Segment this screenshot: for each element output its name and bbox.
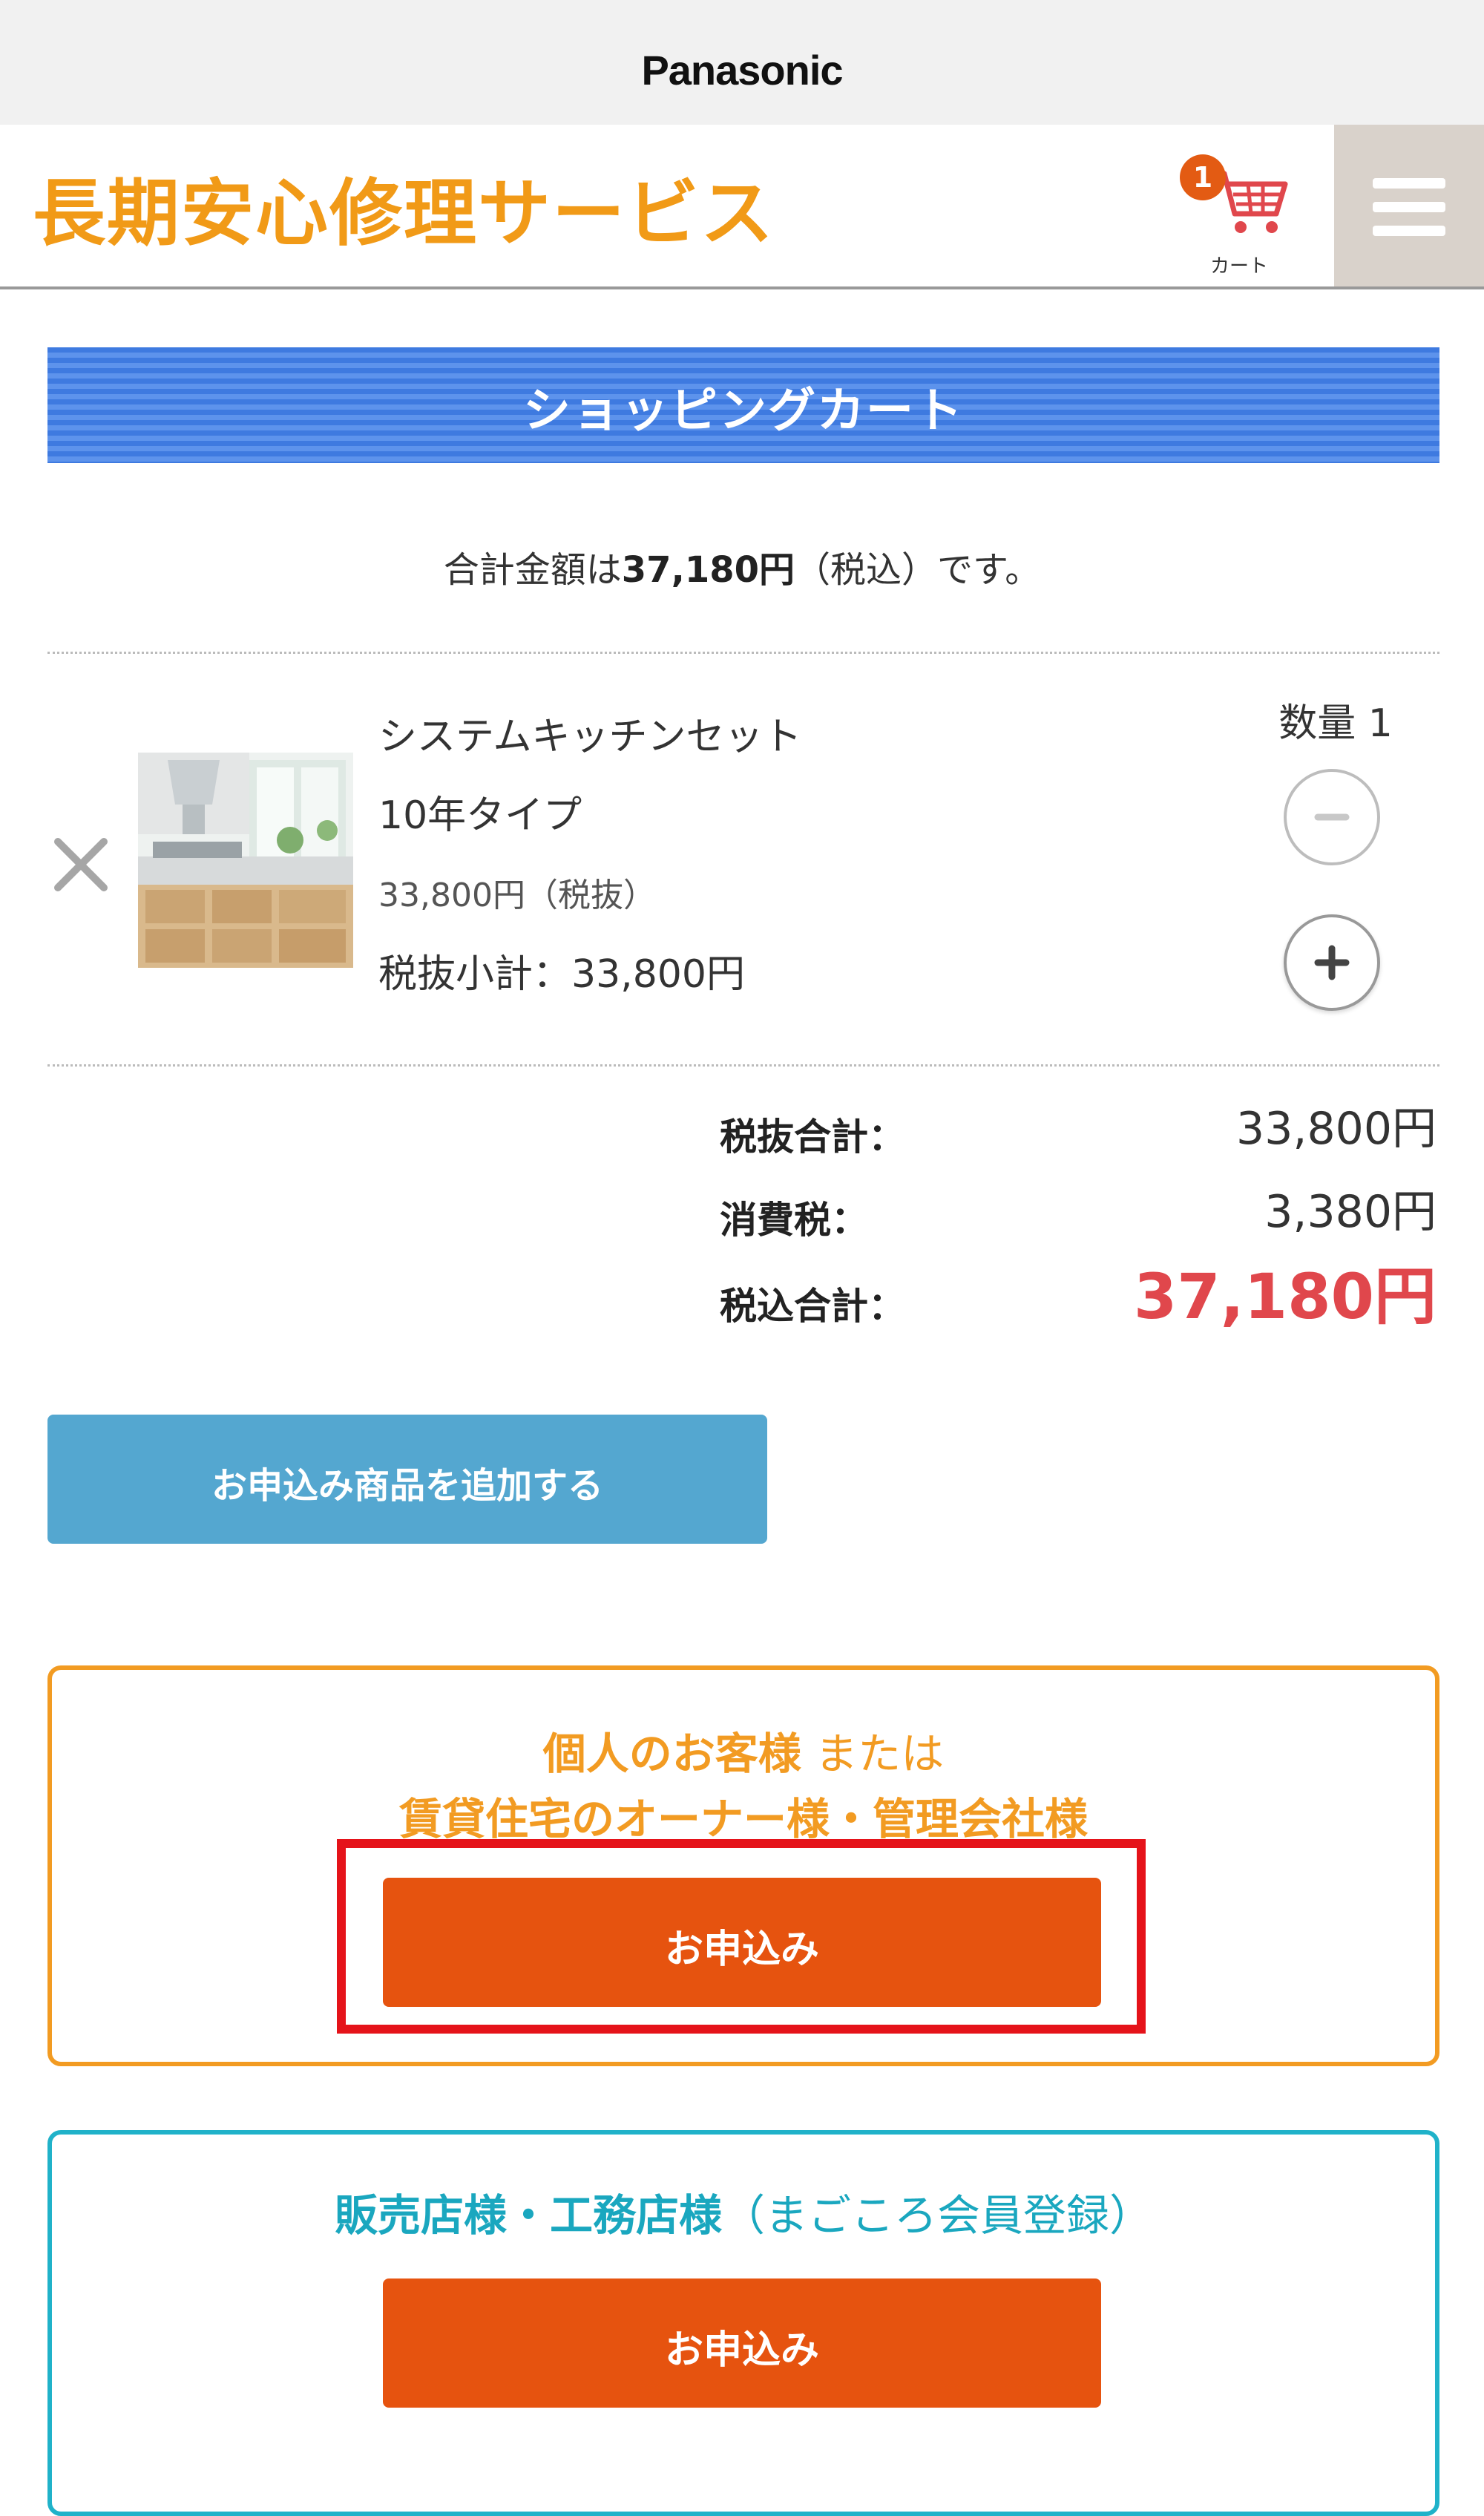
plus-icon xyxy=(1314,945,1350,980)
tax-label: 消費税： xyxy=(720,1199,868,1242)
individual-title-bold: 個人のお客様 xyxy=(542,1729,801,1779)
tax-value: 3,380円 xyxy=(1264,1186,1437,1238)
divider xyxy=(47,1064,1439,1067)
product-type: 10年タイプ xyxy=(378,793,582,838)
increase-quantity-button[interactable] xyxy=(1284,914,1380,1011)
cart-label: カート xyxy=(1209,255,1268,278)
grand-total-label: 税込合計： xyxy=(720,1285,905,1328)
add-product-button[interactable]: お申込み商品を追加する xyxy=(47,1415,767,1544)
brand-bar: Panasonic xyxy=(0,0,1484,125)
cart-summary: 合計金額は37,180円（税込）です。 xyxy=(0,540,1484,592)
remove-item-button[interactable] xyxy=(47,831,114,898)
minus-icon xyxy=(1314,813,1350,821)
section-title-bar: ショッピングカート xyxy=(47,347,1439,463)
hamburger-menu-icon xyxy=(1373,226,1445,236)
cart-count-badge: 1 xyxy=(1180,154,1226,200)
highlight-frame xyxy=(337,1839,1146,2034)
subtotal-value: 33,800円 xyxy=(1236,1103,1437,1155)
individual-title-normal: または xyxy=(801,1729,945,1779)
hamburger-menu-button[interactable] xyxy=(1334,125,1484,286)
product-name: システムキッチンセット xyxy=(378,715,802,759)
page-title: ショッピングカート xyxy=(523,384,964,439)
cart-button[interactable]: 1 カート xyxy=(1172,141,1306,278)
subtotal-label: 税抜合計： xyxy=(720,1116,905,1159)
dealer-title-bold: 販売店様・工務店様 xyxy=(334,2190,722,2241)
individual-panel-subtitle: 賃貸住宅のオーナー様・管理会社様 xyxy=(398,1794,1088,1844)
individual-panel-title: 個人のお客様 または xyxy=(52,1719,1435,1781)
summary-prefix: 合計金額は xyxy=(443,549,622,591)
grand-total-value: 37,180円 xyxy=(1133,1260,1437,1333)
dealer-apply-button-label: お申込み xyxy=(664,2328,819,2373)
quantity-label: 数量 1 xyxy=(1278,701,1393,746)
dealer-apply-button[interactable]: お申込み xyxy=(383,2279,1101,2408)
close-icon xyxy=(54,838,108,891)
site-header: 長期安心修理サービス 1 カート xyxy=(0,125,1484,289)
hamburger-menu-icon xyxy=(1373,178,1445,189)
brand-logo: Panasonic xyxy=(641,47,843,94)
summary-amount: 37,180円 xyxy=(621,549,795,591)
divider xyxy=(47,652,1439,654)
decrease-quantity-button[interactable] xyxy=(1284,769,1380,865)
dealer-title-normal: （まごころ会員登録） xyxy=(722,2190,1153,2241)
dealer-panel-title: 販売店様・工務店様（まごころ会員登録） xyxy=(52,2181,1435,2243)
product-subtotal: 税抜小計：33,800円 xyxy=(378,952,745,997)
service-logo[interactable]: 長期安心修理サービス xyxy=(33,154,775,260)
add-product-button-label: お申込み商品を追加する xyxy=(211,1465,603,1507)
product-price: 33,800円（税抜） xyxy=(378,877,656,914)
hamburger-menu-icon xyxy=(1373,202,1445,212)
product-thumbnail xyxy=(138,753,353,968)
summary-suffix: （税込）です。 xyxy=(795,549,1041,591)
